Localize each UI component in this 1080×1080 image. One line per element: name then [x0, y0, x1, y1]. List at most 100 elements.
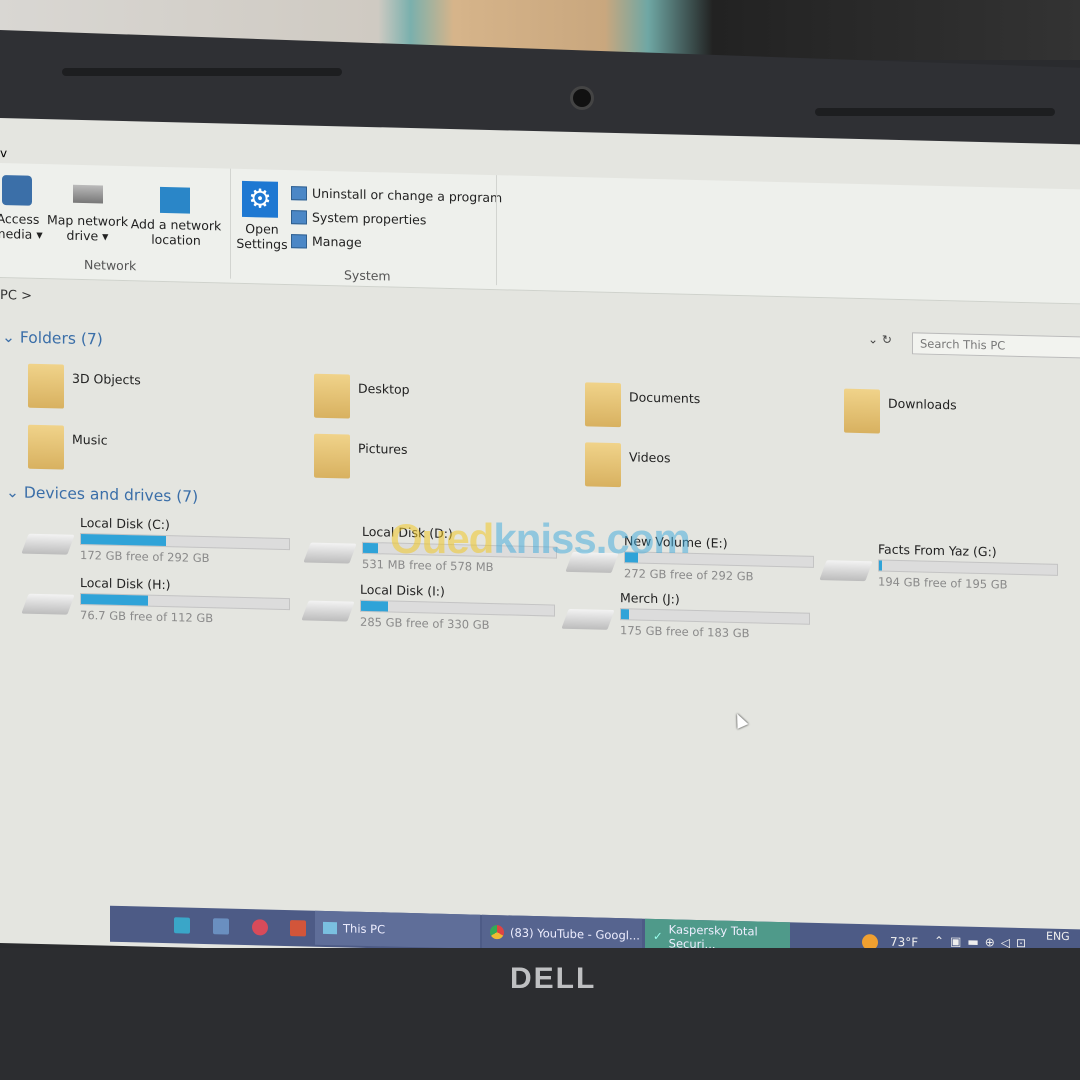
address-bar[interactable]: PC >: [0, 288, 32, 304]
drive-free-space: 194 GB free of 195 GB: [878, 574, 1008, 592]
drive-usage-fill: [879, 560, 882, 571]
drive-usage-fill: [621, 609, 629, 620]
drive-item[interactable]: Merch (J:) 175 GB free of 183 GB: [561, 590, 810, 642]
label: Videos: [629, 449, 671, 466]
access-media-button[interactable]: Access media ▾: [0, 175, 44, 242]
drive-icon: [561, 608, 615, 630]
ribbon: Access media ▾ Map network drive ▾ Add a…: [0, 163, 1080, 305]
drive-name: Local Disk (H:): [80, 574, 171, 593]
drive-usage-bar: [80, 532, 290, 551]
kaspersky-icon: ✓: [653, 928, 663, 944]
label: System properties: [312, 209, 427, 228]
uninstall-program-button[interactable]: Uninstall or change a program: [291, 185, 502, 205]
add-network-location-button[interactable]: Add a network location: [130, 186, 222, 248]
drive-icon: [819, 560, 873, 582]
mouse-cursor: [731, 711, 749, 729]
label: Add a network location: [130, 216, 222, 248]
divider: [230, 168, 231, 279]
drive-name: Local Disk (C:): [80, 514, 170, 533]
dell-logo: DELL: [510, 962, 597, 995]
media-icon: [2, 175, 32, 206]
speaker-grille: [62, 68, 342, 76]
folder-videos[interactable]: Videos: [585, 442, 671, 488]
speaker-grille: [815, 108, 1055, 116]
refresh-icon[interactable]: ⌄ ↻: [868, 332, 892, 347]
computer-icon: [323, 921, 337, 935]
drive-usage-bar: [360, 599, 555, 617]
drive-usage-bar: [80, 592, 290, 611]
watermark: Ouedkniss.com: [390, 515, 691, 562]
network-location-icon: [160, 186, 190, 214]
label: Downloads: [888, 395, 957, 413]
drive-free-space: 76.7 GB free of 112 GB: [80, 607, 214, 626]
chrome-icon: [490, 924, 504, 940]
language-indicator[interactable]: ENG: [1046, 930, 1070, 944]
drive-name: Local Disk (I:): [360, 581, 445, 599]
drive-item[interactable]: Local Disk (I:) 285 GB free of 330 GB: [301, 581, 555, 634]
uninstall-icon: [291, 185, 307, 201]
folder-icon: [844, 388, 880, 434]
drive-item[interactable]: Local Disk (C:) 172 GB free of 292 GB: [21, 514, 290, 567]
folder-icon: [28, 363, 64, 409]
gear-icon: ⚙: [242, 180, 278, 218]
properties-icon: [291, 209, 307, 225]
drive-item[interactable]: Facts From Yaz (G:) 194 GB free of 195 G…: [819, 541, 1058, 592]
folder-3d-objects[interactable]: 3D Objects: [28, 363, 141, 411]
search-input[interactable]: Search This PC: [912, 332, 1080, 359]
powerpoint-icon[interactable]: [290, 920, 306, 937]
open-settings-button[interactable]: ⚙ Open Settings: [236, 180, 288, 253]
drive-usage-bar: [620, 608, 810, 625]
folder-icon: [314, 433, 350, 479]
drive-usage-bar: [878, 559, 1058, 576]
taskbar-app-chrome[interactable]: (83) YouTube - Googl...: [482, 914, 642, 953]
map-network-drive-button[interactable]: Map network drive ▾: [45, 184, 130, 244]
folder-icon: [28, 424, 64, 470]
taskbar-app-this-pc[interactable]: This PC: [315, 910, 480, 949]
pinterest-icon[interactable]: [252, 919, 268, 936]
manage-button[interactable]: Manage: [291, 233, 362, 250]
drive-icon: [301, 600, 355, 622]
drive-usage-fill: [361, 600, 389, 612]
mail-icon[interactable]: [174, 917, 190, 934]
label: Open Settings: [236, 220, 288, 253]
calculator-icon[interactable]: [213, 918, 229, 935]
label: Music: [72, 431, 108, 448]
label: Desktop: [358, 380, 410, 398]
drive-usage-fill: [363, 542, 379, 554]
folder-icon: [585, 442, 621, 488]
drive-free-space: 175 GB free of 183 GB: [620, 623, 750, 641]
drive-icon: [21, 593, 75, 615]
drive-usage-fill: [81, 533, 167, 547]
drive-usage-fill: [81, 593, 148, 606]
windows-drive-icon: [21, 533, 75, 555]
label: This PC: [343, 921, 386, 937]
label: Map network drive ▾: [46, 212, 129, 244]
folders-section-header[interactable]: ⌄ Folders (7): [2, 328, 103, 348]
folder-downloads[interactable]: Downloads: [844, 388, 957, 436]
drive-free-space: 272 GB free of 292 GB: [624, 566, 754, 584]
folder-desktop[interactable]: Desktop: [314, 373, 410, 420]
drives-section-header[interactable]: ⌄ Devices and drives (7): [6, 483, 198, 506]
system-properties-button[interactable]: System properties: [291, 209, 426, 227]
drive-name: Merch (J:): [620, 590, 680, 607]
folder-icon: [585, 382, 621, 428]
folder-pictures[interactable]: Pictures: [314, 433, 408, 480]
manage-icon: [291, 233, 307, 249]
drive-free-space: 172 GB free of 292 GB: [80, 547, 210, 566]
drive-name: Facts From Yaz (G:): [878, 541, 997, 560]
group-label-system: System: [344, 267, 391, 284]
drive-free-space: 285 GB free of 330 GB: [360, 614, 490, 632]
breadcrumb[interactable]: PC: [0, 288, 17, 303]
label: Devices and drives (7): [23, 483, 199, 506]
label: 3D Objects: [72, 370, 141, 388]
label: Folders (7): [19, 328, 103, 349]
menu-fragment: v: [0, 146, 8, 161]
label: Documents: [629, 389, 701, 407]
label: (83) YouTube - Googl...: [510, 925, 640, 943]
drive-icon: [303, 542, 357, 564]
drive-item[interactable]: Local Disk (H:) 76.7 GB free of 112 GB: [21, 574, 290, 627]
webcam: [570, 86, 594, 110]
label: Uninstall or change a program: [312, 185, 503, 206]
folder-documents[interactable]: Documents: [585, 382, 700, 429]
folder-music[interactable]: Music: [28, 424, 108, 471]
